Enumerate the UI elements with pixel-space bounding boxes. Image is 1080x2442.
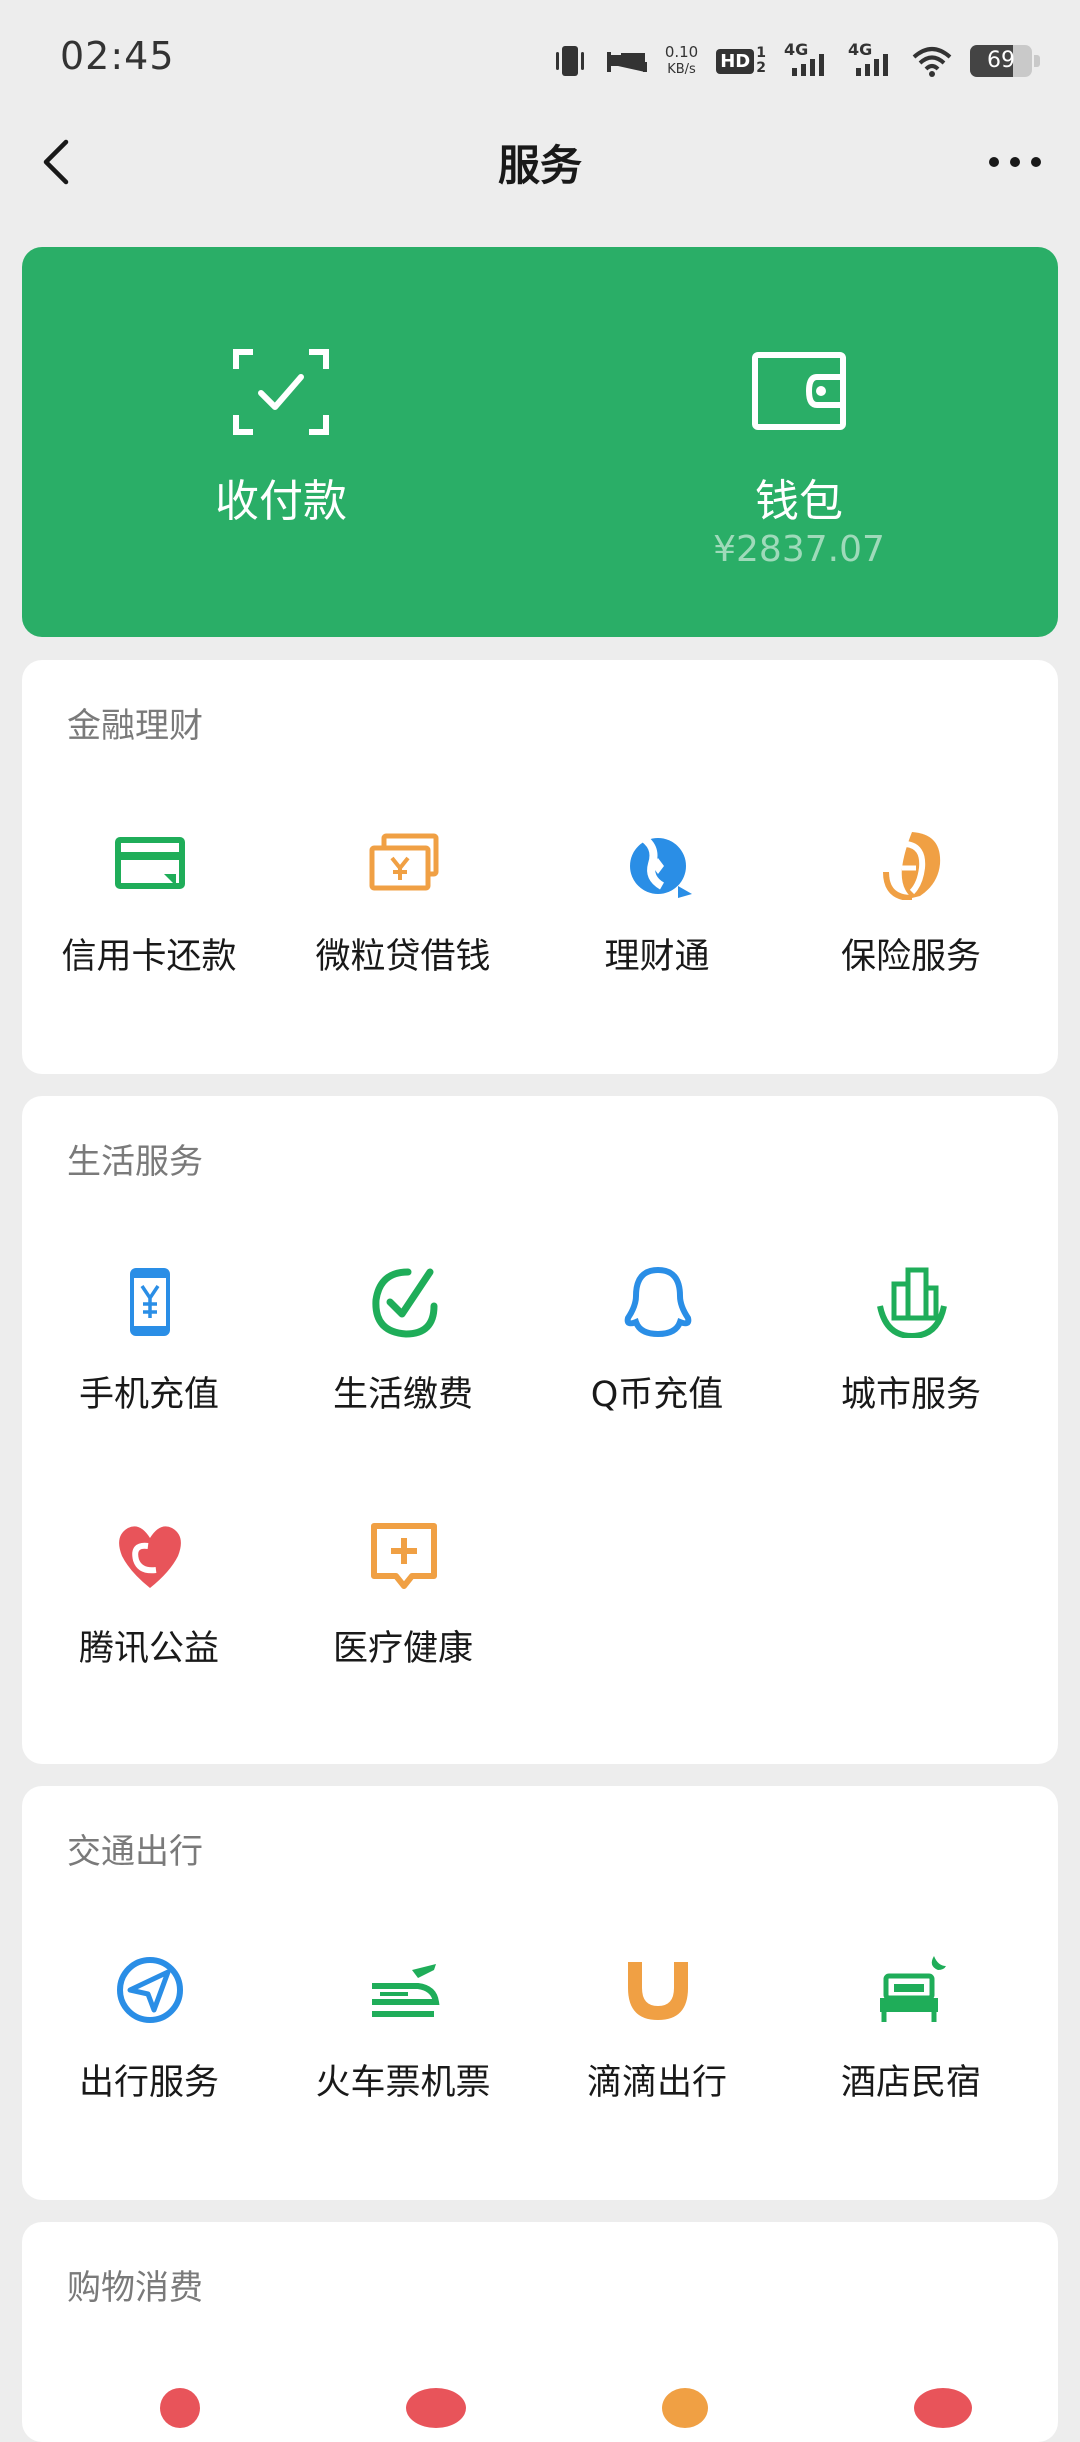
status-time: 02:45	[60, 34, 175, 78]
item-label: 医疗健康	[332, 1629, 473, 1669]
vibrate-icon	[555, 46, 584, 76]
insurance-item[interactable]: 保险服务	[784, 828, 1038, 1028]
signal-bars-icon	[792, 54, 824, 76]
utility-bill-item[interactable]: 生活缴费	[276, 1266, 530, 1466]
shopping-icon-1[interactable]	[160, 2388, 200, 2428]
wallet-balance: ¥2837.07	[713, 529, 885, 570]
credit-card-icon	[115, 837, 185, 889]
status-bar: 02:45 0.10 KB/s HD 1 2 4G 4G 69	[0, 0, 1080, 110]
section-title: 生活服务	[67, 1142, 203, 1182]
status-icons: 0.10 KB/s HD 1 2 4G 4G 69	[551, 36, 1040, 86]
licaitong-item[interactable]: 理财通	[530, 828, 784, 1028]
hotel-item[interactable]: 酒店民宿	[784, 1954, 1038, 2154]
net-speed-value: 0.10	[664, 43, 699, 61]
wallet-button[interactable]: 钱包 ¥2837.07	[540, 247, 1058, 637]
receive-payment-button[interactable]: 收付款	[22, 247, 540, 637]
net-speed-unit: KB/s	[667, 62, 696, 77]
signal-bars-icon	[856, 54, 888, 76]
didi-icon	[628, 1962, 688, 2020]
section-title: 购物消费	[67, 2268, 203, 2308]
receive-payment-label: 收付款	[215, 476, 347, 527]
item-label: 火车票机票	[315, 2063, 491, 2103]
medical-item[interactable]: 医疗健康	[276, 1520, 530, 1720]
signal-2: 4G	[848, 40, 894, 78]
item-label: 城市服务	[840, 1375, 981, 1415]
hd-icon: HD	[716, 48, 755, 74]
signal-1: 4G	[784, 40, 830, 78]
section-title: 金融理财	[67, 706, 203, 746]
sleep-mode-icon	[606, 52, 647, 72]
wallet-label: 钱包	[755, 476, 843, 527]
transport-section: 交通出行 出行服务 火车票机票 滴滴出行 酒店民宿	[22, 1786, 1058, 2200]
item-label: 出行服务	[78, 2063, 219, 2103]
item-label: 生活缴费	[332, 1375, 473, 1415]
loan-icon	[369, 833, 439, 891]
city-service-item[interactable]: 城市服务	[784, 1266, 1038, 1466]
page-title: 服务	[497, 141, 582, 190]
train-ticket-icon	[372, 1964, 440, 2017]
shopping-icon-4[interactable]	[914, 2388, 972, 2428]
more-icon	[989, 157, 1041, 167]
weilidai-loan-item[interactable]: 微粒贷借钱	[276, 828, 530, 1028]
item-label: 理财通	[604, 937, 710, 977]
hotel-icon	[880, 1956, 946, 2022]
train-flight-ticket-item[interactable]: 火车票机票	[276, 1954, 530, 2154]
travel-service-item[interactable]: 出行服务	[22, 1954, 276, 2154]
sim2-label: 2	[756, 60, 766, 76]
credit-card-repay-item[interactable]: 信用卡还款	[22, 828, 276, 1028]
item-label: 保险服务	[840, 937, 981, 977]
travel-icon	[117, 1957, 183, 2023]
scan-pay-icon	[233, 349, 329, 435]
item-label: 手机充值	[78, 1375, 219, 1415]
shopping-icon-2[interactable]	[406, 2388, 466, 2428]
charity-item[interactable]: 腾讯公益	[22, 1520, 276, 1720]
utility-bill-icon	[372, 1268, 438, 1338]
didi-item[interactable]: 滴滴出行	[530, 1954, 784, 2154]
net-speed: 0.10 KB/s	[665, 44, 698, 78]
charity-icon	[119, 1526, 181, 1588]
qq-coin-icon	[624, 1266, 692, 1338]
insurance-icon	[883, 832, 941, 900]
item-label: 滴滴出行	[586, 2063, 727, 2103]
item-label: 信用卡还款	[61, 937, 237, 977]
item-label: 腾讯公益	[78, 1629, 219, 1669]
qq-coin-item[interactable]: Q币充值	[530, 1266, 784, 1466]
wealth-icon	[630, 832, 692, 898]
phone-topup-icon	[130, 1268, 170, 1336]
shopping-icon-3[interactable]	[662, 2388, 708, 2428]
item-label: 酒店民宿	[840, 2063, 981, 2103]
medical-icon	[371, 1523, 437, 1589]
item-label: Q币充值	[590, 1375, 724, 1415]
battery-icon: 69	[970, 45, 1040, 77]
wifi-icon	[912, 47, 952, 77]
section-title: 交通出行	[67, 1832, 203, 1872]
sim1-label: 1	[756, 45, 766, 61]
shopping-section: 购物消费	[22, 2222, 1058, 2442]
nav-bar: 服务	[0, 110, 1080, 210]
wallet-icon	[752, 352, 846, 430]
phone-topup-item[interactable]: 手机充值	[22, 1266, 276, 1466]
life-services-section: 生活服务 手机充值 生活缴费 Q币充值 城市服务 腾讯公益 医疗健康	[22, 1096, 1058, 1764]
hd-indicator: HD 1 2	[716, 46, 766, 76]
pay-wallet-card: 收付款 钱包 ¥2837.07	[22, 247, 1058, 637]
item-label: 微粒贷借钱	[315, 937, 491, 977]
city-service-icon	[877, 1267, 947, 1338]
battery-level: 69	[987, 48, 1015, 73]
finance-section: 金融理财 信用卡还款 微粒贷借钱 理财通 保险服务	[22, 660, 1058, 1074]
more-button[interactable]	[980, 132, 1050, 192]
